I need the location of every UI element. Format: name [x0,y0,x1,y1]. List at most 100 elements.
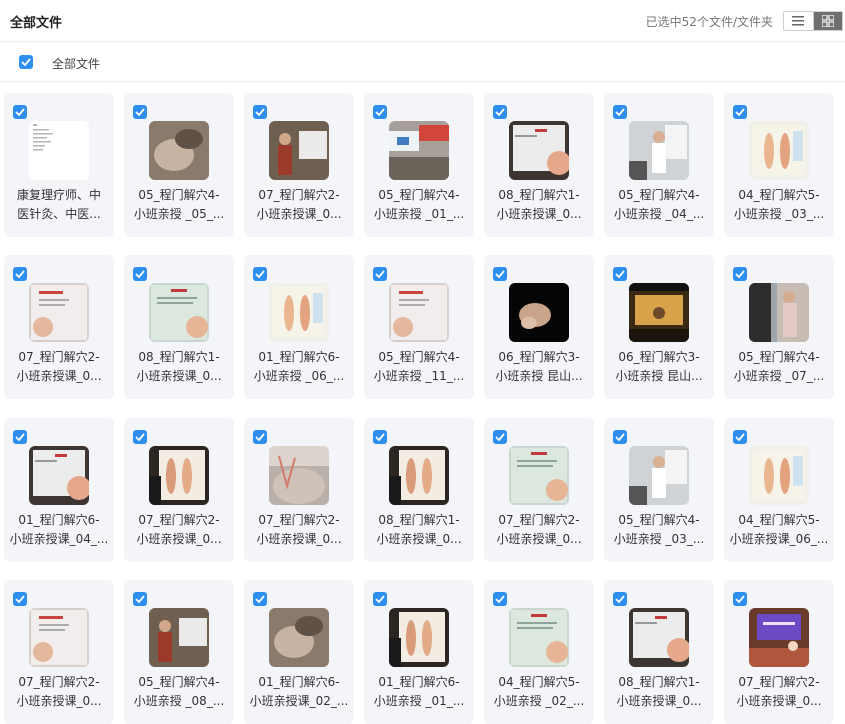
file-name[interactable]: 08_程门解穴1- 小班亲授课_0... [488,186,590,224]
file-tile[interactable]: 05_程门解穴4- 小班亲授 _11_... [364,255,474,399]
file-checkbox[interactable] [493,267,507,281]
file-name[interactable]: 05_程门解穴4- 小班亲授 _05_... [128,186,230,224]
file-tile[interactable]: 07_程门解穴2- 小班亲授课_0... [124,418,234,562]
file-checkbox[interactable] [133,592,147,606]
file-checkbox[interactable] [613,592,627,606]
file-checkbox[interactable] [373,430,387,444]
file-checkbox[interactable] [253,430,267,444]
file-tile[interactable]: 06_程门解穴3- 小班亲授 昆山... [604,255,714,399]
file-name[interactable]: 08_程门解穴1- 小班亲授课_0... [368,511,470,549]
file-tile[interactable]: 01_程门解穴6- 小班亲授课_02_... [244,580,354,724]
video-thumbnail[interactable] [629,121,689,180]
file-checkbox[interactable] [613,105,627,119]
file-tile[interactable]: 05_程门解穴4- 小班亲授 _03_... [604,418,714,562]
file-tile[interactable]: 05_程门解穴4- 小班亲授 _07_... [724,255,834,399]
file-checkbox[interactable] [253,105,267,119]
file-name[interactable]: 08_程门解穴1- 小班亲授课_0... [608,673,710,711]
file-checkbox[interactable] [13,267,27,281]
video-thumbnail[interactable] [509,121,569,180]
file-checkbox[interactable] [493,592,507,606]
file-name[interactable]: 07_程门解穴2- 小班亲授课_0... [728,673,830,711]
file-name[interactable]: 04_程门解穴5- 小班亲授 _03_... [728,186,830,224]
video-thumbnail[interactable] [29,283,89,342]
video-thumbnail[interactable] [149,283,209,342]
video-thumbnail[interactable] [509,446,569,505]
video-thumbnail[interactable] [629,608,689,667]
file-name[interactable]: 05_程门解穴4- 小班亲授 _01_... [368,186,470,224]
file-checkbox[interactable] [13,430,27,444]
file-tile[interactable]: 06_程门解穴3- 小班亲授 昆山... [484,255,594,399]
video-thumbnail[interactable] [629,283,689,342]
document-thumbnail[interactable] [29,121,89,180]
video-thumbnail[interactable] [149,446,209,505]
file-name[interactable]: 07_程门解穴2- 小班亲授课_0... [488,511,590,549]
file-checkbox[interactable] [733,267,747,281]
file-name[interactable]: 07_程门解穴2- 小班亲授课_0... [8,673,110,711]
file-tile[interactable]: 04_程门解穴5- 小班亲授课_06_... [724,418,834,562]
file-checkbox[interactable] [133,105,147,119]
file-name[interactable]: 01_程门解穴6- 小班亲授 _06_... [248,348,350,386]
breadcrumb-all-files[interactable]: 全部文件 [52,55,100,72]
file-name[interactable]: 07_程门解穴2- 小班亲授课_0... [128,511,230,549]
file-tile[interactable]: 05_程门解穴4- 小班亲授 _04_... [604,93,714,237]
file-checkbox[interactable] [373,267,387,281]
video-thumbnail[interactable] [389,283,449,342]
file-tile[interactable]: 04_程门解穴5- 小班亲授 _03_... [724,93,834,237]
file-tile[interactable]: 01_程门解穴6- 小班亲授课_04_... [4,418,114,562]
file-tile[interactable]: 05_程门解穴4- 小班亲授 _01_... [364,93,474,237]
file-name[interactable]: 07_程门解穴2- 小班亲授课_0... [8,348,110,386]
file-tile[interactable]: 08_程门解穴1- 小班亲授课_0... [604,580,714,724]
file-checkbox[interactable] [133,267,147,281]
video-thumbnail[interactable] [629,446,689,505]
video-thumbnail[interactable] [509,608,569,667]
file-name[interactable]: 04_程门解穴5- 小班亲授课_06_... [728,511,830,549]
video-thumbnail[interactable] [749,446,809,505]
video-thumbnail[interactable] [269,608,329,667]
file-name[interactable]: 07_程门解穴2- 小班亲授课_0... [248,186,350,224]
list-view-button[interactable] [784,12,813,30]
file-checkbox[interactable] [613,267,627,281]
video-thumbnail[interactable] [389,446,449,505]
file-name[interactable]: 07_程门解穴2- 小班亲授课_0... [248,511,350,549]
file-name[interactable]: 康复理疗师、中 医针灸、中医... [8,186,110,224]
file-name[interactable]: 06_程门解穴3- 小班亲授 昆山... [488,348,590,386]
file-name[interactable]: 01_程门解穴6- 小班亲授课_04_... [8,511,110,549]
video-thumbnail[interactable] [749,283,809,342]
file-name[interactable]: 01_程门解穴6- 小班亲授 _01_... [368,673,470,711]
file-checkbox[interactable] [253,592,267,606]
file-tile[interactable]: 04_程门解穴5- 小班亲授 _02_... [484,580,594,724]
file-name[interactable]: 06_程门解穴3- 小班亲授 昆山... [608,348,710,386]
video-thumbnail[interactable] [509,283,569,342]
file-tile[interactable]: 07_程门解穴2- 小班亲授课_0... [4,255,114,399]
file-tile[interactable]: 07_程门解穴2- 小班亲授课_0... [4,580,114,724]
file-tile[interactable]: 07_程门解穴2- 小班亲授课_0... [724,580,834,724]
file-name[interactable]: 04_程门解穴5- 小班亲授 _02_... [488,673,590,711]
file-name[interactable]: 08_程门解穴1- 小班亲授课_0... [128,348,230,386]
file-tile[interactable]: 08_程门解穴1- 小班亲授课_0... [364,418,474,562]
file-checkbox[interactable] [733,592,747,606]
file-checkbox[interactable] [493,105,507,119]
video-thumbnail[interactable] [29,446,89,505]
file-checkbox[interactable] [373,105,387,119]
select-all-checkbox[interactable] [19,55,33,69]
video-thumbnail[interactable] [749,608,809,667]
video-thumbnail[interactable] [269,283,329,342]
file-name[interactable]: 05_程门解穴4- 小班亲授 _11_... [368,348,470,386]
file-name[interactable]: 05_程门解穴4- 小班亲授 _07_... [728,348,830,386]
file-tile[interactable]: 康复理疗师、中 医针灸、中医... [4,93,114,237]
file-name[interactable]: 05_程门解穴4- 小班亲授 _03_... [608,511,710,549]
file-checkbox[interactable] [13,592,27,606]
file-checkbox[interactable] [13,105,27,119]
video-thumbnail[interactable] [749,121,809,180]
video-thumbnail[interactable] [389,121,449,180]
file-tile[interactable]: 05_程门解穴4- 小班亲授 _08_... [124,580,234,724]
file-tile[interactable]: 07_程门解穴2- 小班亲授课_0... [244,93,354,237]
file-checkbox[interactable] [493,430,507,444]
file-checkbox[interactable] [253,267,267,281]
file-tile[interactable]: 07_程门解穴2- 小班亲授课_0... [244,418,354,562]
grid-view-button[interactable] [812,12,842,30]
file-tile[interactable]: 08_程门解穴1- 小班亲授课_0... [124,255,234,399]
file-checkbox[interactable] [733,105,747,119]
video-thumbnail[interactable] [389,608,449,667]
file-tile[interactable]: 01_程门解穴6- 小班亲授 _06_... [244,255,354,399]
